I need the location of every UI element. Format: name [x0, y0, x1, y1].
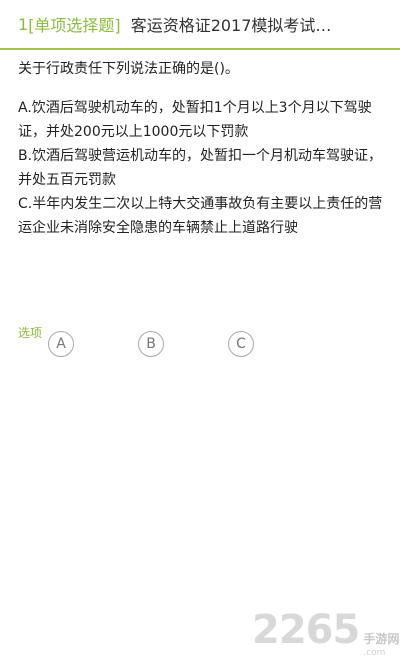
options-label: 选项 [18, 326, 43, 340]
option-a-button[interactable]: A [48, 331, 74, 357]
question-type: [单项选择题] [28, 16, 121, 35]
watermark-logo-number: 2265 [252, 607, 360, 653]
site-watermark: 2265 手游网 .com [252, 607, 399, 660]
option-c-button[interactable]: C [228, 331, 254, 357]
exam-title: 客运资格证2017模拟考试… [130, 16, 332, 35]
watermark-url-text: .com [363, 648, 386, 658]
choice-b-text: B.饮酒后驾驶营运机动车的，处暂扣一个月机动车驾驶证，并处五百元罚款 [18, 148, 383, 188]
choice-c-text: C.半年内发生二次以上特大交通事故负有主要以上责任的营运企业未消除安全隐患的车辆… [18, 196, 383, 236]
option-b-button[interactable]: B [138, 331, 164, 357]
choice-a-text: A.饮酒后驾驶机动车的，处暂扣1个月以上3个月以下驾驶证，并处200元以上100… [18, 100, 372, 140]
watermark-subtext: 手游网 .com [363, 632, 399, 660]
question-stem: 关于行政责任下列说法正确的是()。 [18, 61, 239, 77]
question-number: 1 [18, 14, 29, 34]
answer-options: A B C [48, 331, 254, 357]
choice-list: A.饮酒后驾驶机动车的，处暂扣1个月以上3个月以下驾驶证，并处200元以上100… [18, 96, 390, 240]
watermark-cn-text: 手游网 [363, 632, 400, 646]
question-header: 1 [单项选择题] 客运资格证2017模拟考试… [0, 0, 400, 50]
